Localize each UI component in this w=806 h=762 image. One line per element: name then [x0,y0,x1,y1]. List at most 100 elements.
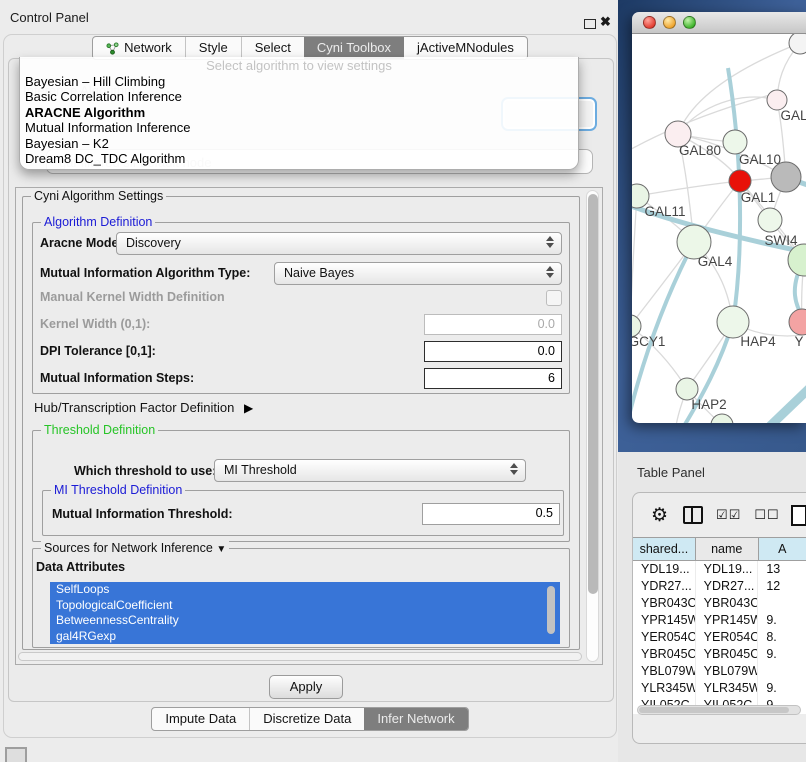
attribute-list-item[interactable]: TopologicalCoefficient [50,598,560,614]
table-cell[interactable]: YBR043C [696,595,759,612]
network-node[interactable] [771,162,801,192]
apply-button[interactable]: Apply [269,675,343,699]
network-canvas[interactable]: GAL80GALGAL10GAL1GAL11SWI4GAL4GCY1HAP4YH… [632,34,806,423]
network-node-gal[interactable] [767,90,787,110]
table-cell[interactable]: 9. [758,612,806,629]
attribute-list-item[interactable]: gal4RGexp [50,629,560,645]
manual-kernel-checkbox[interactable] [546,290,562,306]
network-edge[interactable] [632,196,637,326]
table-cell[interactable]: YPR145W [696,612,759,629]
column-header-shared[interactable]: shared... [633,538,696,560]
network-node-gal1[interactable] [729,170,751,192]
network-node-swi4[interactable] [758,208,782,232]
table-row[interactable]: YPR145WYPR145W9. [633,612,806,629]
deselect-checkboxes-icon[interactable]: ☐☐ [754,507,779,523]
kernel-width-field[interactable]: 0.0 [424,314,562,335]
column-header-name[interactable]: name [696,538,759,560]
dropdown-item[interactable]: Bayesian – Hill Climbing [20,74,578,89]
bottom-tab-impute-data[interactable]: Impute Data [152,708,249,730]
tab-cyni-toolbox[interactable]: Cyni Toolbox [304,37,404,59]
network-edge[interactable] [728,68,740,322]
table-cell[interactable] [758,663,806,680]
aracne-mode-select[interactable]: Discovery [116,232,562,255]
table-cell[interactable]: YDL19... [696,561,759,578]
table-row[interactable]: YBR043CYBR043C [633,595,806,612]
attribute-list-item[interactable]: BetweennessCentrality [50,613,560,629]
table-row[interactable]: YBR045CYBR045C9. [633,646,806,663]
select-all-checkboxes-icon[interactable]: ☑☑ [716,507,741,523]
network-window-titlebar[interactable] [632,12,806,34]
bottom-tab-discretize-data[interactable]: Discretize Data [249,708,364,730]
table-cell[interactable]: YPR145W [633,612,696,629]
table-row[interactable]: YLR345WYLR345W9. [633,680,806,697]
table-hscrollbar-thumb[interactable] [639,707,789,713]
table-cell[interactable]: YDL19... [633,561,696,578]
attribute-list-item[interactable]: SelfLoops [50,582,560,598]
table-cell[interactable]: YBL079W [633,663,696,680]
dropdown-item[interactable]: Basic Correlation Inference [20,89,578,104]
network-edge[interactable] [678,97,777,134]
tab-select[interactable]: Select [241,37,304,59]
network-node[interactable] [711,414,733,423]
table-row[interactable]: YDR27...YDR27...12 [633,578,806,595]
mi-algorithm-select[interactable]: Naive Bayes [274,262,562,285]
mi-threshold-field[interactable]: 0.5 [422,503,560,525]
table-cell[interactable]: YBR045C [633,646,696,663]
table-row[interactable]: YDL19...YDL19...13 [633,561,806,578]
bottom-tab-label: Discretize Data [263,708,351,730]
table-cell[interactable]: YLR345W [696,680,759,697]
new-document-icon[interactable] [791,505,806,526]
application-window: Control Panel ✖ NetworkStyleSelectCyni T… [0,0,806,762]
list-scrollbar-thumb[interactable] [547,586,555,634]
network-view-window[interactable]: GAL80GALGAL10GAL1GAL11SWI4GAL4GCY1HAP4YH… [632,12,806,423]
table-cell[interactable]: 8. [758,629,806,646]
tab-jactivemnodules[interactable]: jActiveMNodules [404,37,527,59]
which-threshold-select[interactable]: MI Threshold [214,459,526,482]
table-hscrollbar-track[interactable] [637,705,801,715]
table-cell[interactable]: 12 [758,578,806,595]
network-graph[interactable]: GAL80GALGAL10GAL1GAL11SWI4GAL4GCY1HAP4YH… [632,34,806,423]
collapse-arrow-icon[interactable]: ▼ [216,544,226,555]
table-cell[interactable]: YBR045C [696,646,759,663]
table-cell[interactable]: 13 [758,561,806,578]
dpi-tolerance-field[interactable]: 0.0 [424,341,562,362]
dropdown-item[interactable]: Bayesian – K2 [20,136,578,151]
minimize-traffic-light-icon[interactable] [663,16,676,29]
vertical-scrollbar-thumb[interactable] [588,194,598,594]
table-cell[interactable]: 9. [758,680,806,697]
gear-icon[interactable]: ⚙ [651,504,668,527]
tab-style[interactable]: Style [185,37,241,59]
split-columns-icon[interactable] [683,506,703,524]
horizontal-scrollbar-thumb[interactable] [18,652,582,661]
minimized-panel-icon[interactable] [5,747,27,762]
table-cell[interactable]: YBR043C [633,595,696,612]
network-node[interactable] [789,34,806,54]
table-row[interactable]: YBL079WYBL079W [633,663,806,680]
table-cell[interactable] [758,595,806,612]
table-row[interactable]: YER054CYER054C8. [633,629,806,646]
tab-network[interactable]: Network [93,37,185,59]
table-cell[interactable]: YDR27... [696,578,759,595]
table-cell[interactable]: YER054C [696,629,759,646]
table-cell[interactable]: YER054C [633,629,696,646]
table-header-row: shared...nameA [633,537,806,561]
network-edge[interactable] [770,380,806,423]
dropdown-item[interactable]: Mutual Information Inference [20,120,578,135]
zoom-traffic-light-icon[interactable] [683,16,696,29]
table-cell[interactable]: 9. [758,646,806,663]
network-node-y[interactable] [789,309,806,335]
close-icon[interactable]: ✖ [600,14,611,30]
network-node-gal10[interactable] [723,130,747,154]
dropdown-item[interactable]: ARACNE Algorithm [20,105,578,120]
hub-definition-expander[interactable]: Hub/Transcription Factor Definition ▶ [34,400,253,415]
dropdown-item[interactable]: Dream8 DC_TDC Algorithm [20,151,578,166]
table-cell[interactable]: YBL079W [696,663,759,680]
table-cell[interactable]: YDR27... [633,578,696,595]
close-traffic-light-icon[interactable] [643,16,656,29]
bottom-tab-infer-network[interactable]: Infer Network [364,708,467,730]
mi-steps-field[interactable]: 6 [424,368,562,389]
column-header-a[interactable]: A [759,538,806,560]
table-cell[interactable]: YLR345W [633,680,696,697]
float-window-icon[interactable] [584,19,596,29]
data-attributes-list[interactable]: SelfLoopsTopologicalCoefficientBetweenne… [50,582,560,644]
